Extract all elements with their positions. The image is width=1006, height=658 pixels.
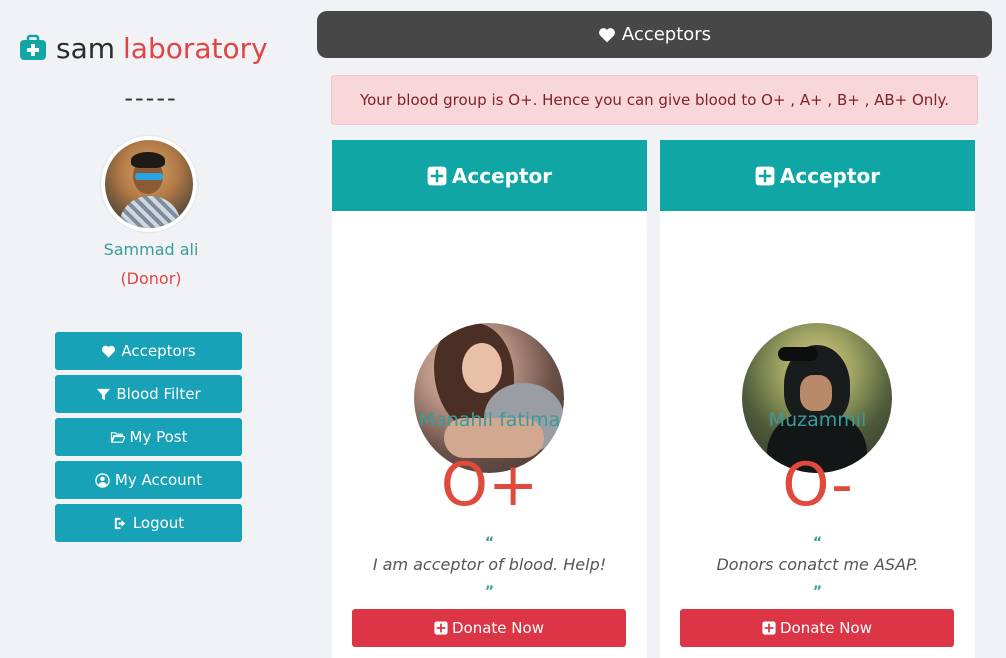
blood-group: O+ <box>440 450 539 520</box>
heartbeat-icon <box>102 345 116 358</box>
donate-now-label: Donate Now <box>780 619 872 637</box>
user-name: Sammad ali <box>103 240 199 259</box>
blood-group-alert: Your blood group is O+. Hence you can gi… <box>331 75 978 125</box>
sidebar-item-label: My Post <box>129 428 188 446</box>
quote-open-icon: “ <box>484 535 495 551</box>
divider: ----- <box>124 84 178 112</box>
sidebar-item-my-account[interactable]: My Account <box>55 461 242 499</box>
avatar[interactable] <box>101 136 197 232</box>
plus-square-icon <box>762 621 776 635</box>
quote-open-icon: “ <box>812 535 823 551</box>
medical-kit-icon <box>20 34 46 60</box>
sidebar-item-logout[interactable]: Logout <box>55 504 242 542</box>
heartbeat-icon <box>598 27 615 42</box>
sidebar-item-label: Blood Filter <box>116 385 201 403</box>
donate-now-button[interactable]: Donate Now <box>680 609 954 647</box>
filter-icon <box>97 388 111 400</box>
acceptor-card: Acceptor Manahil fatima O+ “ I am accept… <box>332 140 647 658</box>
brand-logo[interactable]: sam laboratory <box>18 28 268 68</box>
donate-now-label: Donate Now <box>452 619 544 637</box>
page-title-bar: Acceptors <box>317 11 992 58</box>
plus-square-icon <box>755 166 775 185</box>
donate-now-button[interactable]: Donate Now <box>352 609 626 647</box>
plus-square-icon <box>434 621 448 635</box>
card-header-label: Acceptor <box>451 163 553 188</box>
blood-group: O- <box>782 450 853 520</box>
folder-open-icon <box>110 431 125 443</box>
page-title: Acceptors <box>621 24 712 45</box>
avatar-photo <box>105 140 193 228</box>
sidebar: sam laboratory ----- Sammad ali (Donor) … <box>0 0 302 658</box>
plus-square-icon <box>427 166 447 185</box>
card-header-label: Acceptor <box>779 163 881 188</box>
quote-close-icon: ” <box>484 584 495 600</box>
logo-text-sam: sam <box>56 31 116 65</box>
card-header: Acceptor <box>660 140 975 211</box>
logo-text-laboratory: laboratory <box>123 31 268 65</box>
acceptor-message: I am acceptor of blood. Help! <box>372 555 607 574</box>
sign-out-icon <box>114 517 125 529</box>
acceptor-name: Manahil fatima <box>418 409 561 431</box>
main-content: Acceptors Your blood group is O+. Hence … <box>302 0 1006 658</box>
sidebar-menu: Acceptors Blood Filter My Post My Accoun… <box>55 332 242 547</box>
sidebar-item-blood-filter[interactable]: Blood Filter <box>55 375 242 413</box>
sidebar-item-label: Acceptors <box>121 342 196 360</box>
user-circle-icon <box>95 472 110 488</box>
acceptor-name: Muzammil <box>768 409 867 431</box>
card-header: Acceptor <box>332 140 647 211</box>
sidebar-item-label: Logout <box>132 514 185 532</box>
acceptor-card: Acceptor Muzammil O- “ Donors conatct me… <box>660 140 975 658</box>
sidebar-item-label: My Account <box>114 471 203 489</box>
acceptor-message: Donors conatct me ASAP. <box>716 555 919 574</box>
quote-close-icon: ” <box>812 584 823 600</box>
user-role: (Donor) <box>120 269 182 288</box>
sidebar-item-my-post[interactable]: My Post <box>55 418 242 456</box>
sidebar-item-acceptors[interactable]: Acceptors <box>55 332 242 370</box>
